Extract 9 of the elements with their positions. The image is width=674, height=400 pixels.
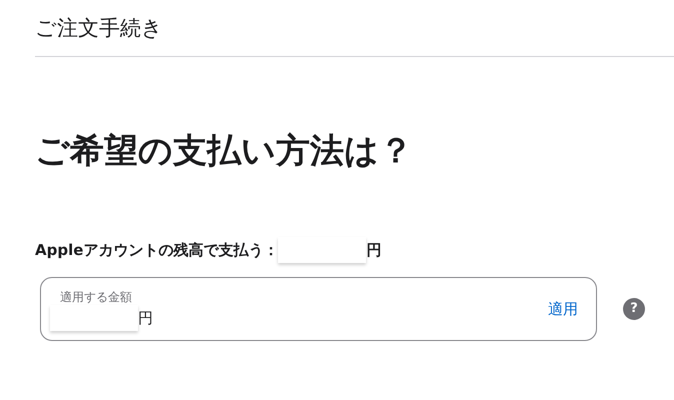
field-label: 適用する金額 [59,289,133,305]
amount-field[interactable]: 適用する金額 円 適用 [40,277,597,341]
apply-button[interactable]: 適用 [548,298,578,320]
help-button[interactable]: ? [623,298,645,320]
page-heading: ご希望の支払い方法は？ [35,130,414,173]
page-title: ご注文手続き [35,15,164,42]
balance-label: Appleアカウントの残高で支払う： [35,240,278,261]
currency-label: 円 [138,308,153,329]
currency-label: 円 [366,240,382,261]
